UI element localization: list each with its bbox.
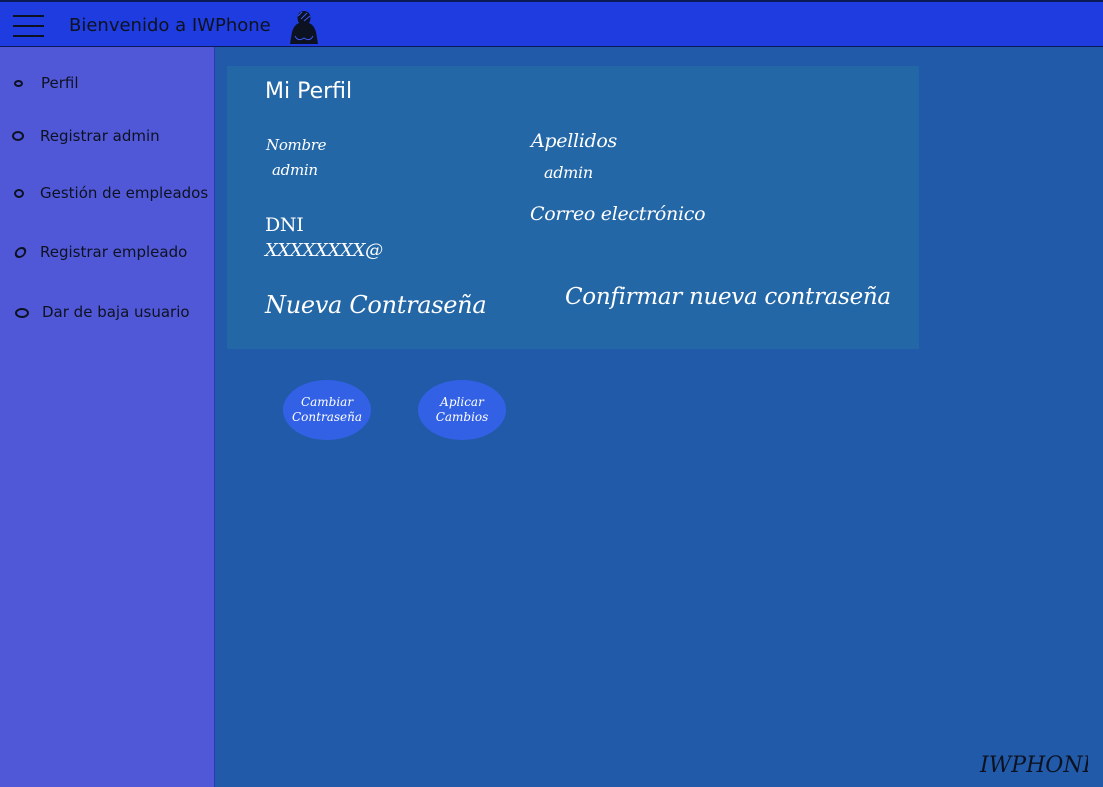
button-label-line: Aplicar (440, 395, 484, 409)
sidebar-item-perfil[interactable]: Perfil (0, 69, 215, 97)
profile-card: Mi Perfil Nombre admin Apellidos admin D… (227, 66, 919, 349)
surname-value[interactable]: admin (544, 163, 593, 182)
button-label-line: Contraseña (292, 410, 362, 424)
circle-bullet-icon (12, 131, 24, 141)
sidebar-item-registrar-empleado[interactable]: Registrar empleado (0, 238, 215, 266)
circle-bullet-icon (14, 189, 24, 198)
iwphone-logo-icon (290, 11, 318, 44)
hamburger-menu-icon[interactable] (13, 13, 44, 39)
email-label[interactable]: Correo electrónico (530, 203, 706, 225)
sidebar-item-label: Registrar admin (40, 127, 160, 145)
top-bar: Bienvenido a IWPhone (0, 0, 1103, 47)
circle-bullet-icon (13, 247, 28, 258)
confirm-password-label[interactable]: Confirmar nueva contraseña (565, 284, 891, 310)
sidebar-item-registrar-admin[interactable]: Registrar admin (0, 122, 215, 150)
new-password-label[interactable]: Nueva Contraseña (265, 291, 487, 319)
sidebar-item-label: Registrar empleado (40, 243, 188, 261)
name-value[interactable]: admin (272, 161, 318, 179)
name-label: Nombre (266, 136, 327, 154)
sidebar-item-label: Gestión de empleados (40, 184, 209, 202)
circle-bullet-icon (15, 308, 29, 318)
sidebar-item-dar-baja-usuario[interactable]: Dar de baja usuario (0, 298, 215, 326)
sidebar-item-label: Dar de baja usuario (42, 303, 190, 321)
circle-bullet-icon (14, 80, 23, 87)
apply-changes-button[interactable]: Aplicar Cambios (418, 380, 506, 440)
button-label-line: Cambiar (300, 395, 354, 409)
surname-label: Apellidos (531, 130, 618, 152)
brand-text: IWPHONE (979, 753, 1088, 778)
change-password-button[interactable]: Cambiar Contraseña (283, 380, 371, 440)
dni-value[interactable]: XXXXXXXX@ (265, 240, 383, 261)
sidebar-item-gestion-empleados[interactable]: Gestión de empleados (0, 179, 215, 207)
dni-label: DNI (265, 214, 304, 236)
iwphone-brand-logo: IWPHONE (979, 753, 1088, 778)
page-title: Mi Perfil (265, 79, 353, 104)
sidebar-item-label: Perfil (41, 74, 79, 92)
app-title: Bienvenido a IWPhone (69, 15, 271, 36)
button-label-line: Cambios (435, 410, 489, 424)
sidebar: Perfil Registrar admin Gestión de emplea… (0, 47, 215, 787)
